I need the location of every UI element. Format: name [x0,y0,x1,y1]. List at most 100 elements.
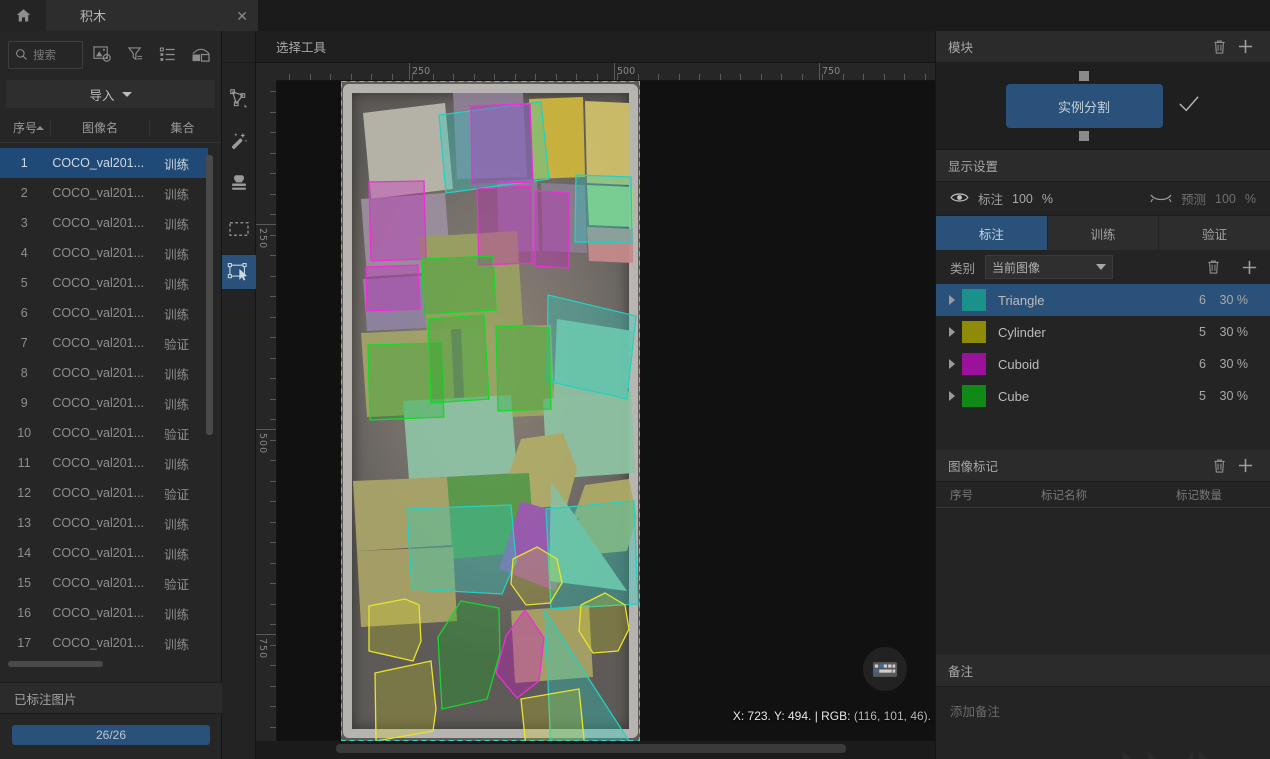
category-delete-button[interactable] [1200,254,1226,280]
ruler-tick [270,337,276,338]
eye-open-icon[interactable] [950,191,969,207]
document-tab[interactable]: 积木 ✕ [46,0,258,31]
module-node-instance-segmentation[interactable]: 实例分割 [1005,71,1163,141]
row-set: 训练 [164,397,190,412]
col-header-image-name[interactable]: 图像名 [50,119,150,136]
chevron-right-icon[interactable] [942,359,962,369]
annotation-opacity-group: 标注 100 % [950,189,1053,208]
image-marks-delete-button[interactable] [1206,453,1232,479]
row-index: 17 [17,636,32,650]
ruler-tick [883,74,885,80]
tab-validation[interactable]: 验证 [1159,216,1270,250]
module-canvas[interactable]: 实例分割 [936,63,1270,150]
file-list-horizontal-scrollbar[interactable] [8,661,200,667]
ruler-tick [555,74,557,80]
row-index: 12 [17,486,32,500]
notes-body[interactable]: 添加备注 MECH MIND [936,687,1270,759]
ruler-tick [719,74,721,80]
row-image-name: COCO_val201... [52,246,145,260]
scrollbar-thumb[interactable] [206,155,213,435]
node-handle-bottom[interactable] [1079,131,1089,141]
module-delete-button[interactable] [1206,34,1232,60]
category-list[interactable]: Triangle 6 30 % Cylinder 5 30 % Cuboid 6 30 % Cub… [936,284,1270,412]
import-button[interactable]: 导入 [6,80,215,108]
right-panel-tabs[interactable]: 标注 训练 验证 [936,216,1270,250]
module-add-button[interactable] [1232,34,1258,60]
magic-wand-tool[interactable] [222,123,256,159]
node-handle-top[interactable] [1079,71,1089,81]
table-row[interactable]: 4 COCO_val201... 训练 [0,238,208,268]
close-icon[interactable]: ✕ [236,9,248,23]
category-row[interactable]: Cube 5 30 % [936,380,1270,412]
table-row[interactable]: 9 COCO_val201... 训练 [0,388,208,418]
scrollbar-thumb[interactable] [8,661,103,667]
keyboard-shortcuts-button[interactable] [863,647,907,691]
file-table-header: 序号 图像名 集合 [0,113,221,143]
category-row[interactable]: Cylinder 5 30 % [936,316,1270,348]
home-button[interactable] [0,0,46,31]
polygon-tool[interactable] [222,81,256,117]
table-row[interactable]: 12 COCO_val201... 验证 [0,478,208,508]
chevron-right-icon[interactable] [942,327,962,337]
table-row[interactable]: 8 COCO_val201... 训练 [0,358,208,388]
module-confirm-button[interactable] [1177,94,1201,119]
list-view-icon[interactable] [156,42,181,68]
row-set: 训练 [164,157,190,172]
canvas-area[interactable]: 250 500 750 250 500 750 X: 723. Y: 494. … [256,63,935,759]
category-control-row: 类别 当前图像 [936,250,1270,284]
image-marks-add-button[interactable] [1232,453,1258,479]
marquee-tool[interactable] [222,211,256,247]
table-row[interactable]: 11 COCO_val201... 训练 [0,448,208,478]
ruler-major-tick [614,63,615,80]
category-color-swatch [962,385,986,407]
annotation-opacity-unit: % [1041,191,1053,206]
image-viewport[interactable] [277,81,935,741]
row-set: 验证 [164,427,190,442]
table-row[interactable]: 15 COCO_val201... 验证 [0,568,208,598]
left-panel-toolbar: 搜索 [0,31,221,78]
chevron-right-icon[interactable] [942,391,962,401]
scrollbar-thumb[interactable] [336,744,846,753]
category-row[interactable]: Cuboid 6 30 % [936,348,1270,380]
table-row[interactable]: 17 COCO_val201... 训练 [0,628,208,658]
category-row[interactable]: Triangle 6 30 % [936,284,1270,316]
ruler-major-tick [256,429,276,430]
notes-placeholder: 添加备注 [950,705,1001,719]
select-tool[interactable] [222,255,256,289]
table-row[interactable]: 1 COCO_val201... 训练 [0,148,208,178]
eye-closed-icon[interactable] [1150,192,1172,206]
row-set: 训练 [164,187,190,202]
table-row[interactable]: 14 COCO_val201... 训练 [0,538,208,568]
canvas-horizontal-scrollbar[interactable] [336,744,935,753]
table-row[interactable]: 6 COCO_val201... 训练 [0,298,208,328]
col-header-set[interactable]: 集合 [150,119,215,136]
table-row[interactable]: 7 COCO_val201... 验证 [0,328,208,358]
ruler-tick [270,562,276,564]
table-row[interactable]: 10 COCO_val201... 验证 [0,418,208,448]
merge-shapes-icon[interactable] [188,42,213,68]
ruler-tick [270,296,276,297]
table-row[interactable]: 2 COCO_val201... 训练 [0,178,208,208]
image-settings-icon[interactable] [91,42,116,68]
category-scope-select[interactable]: 当前图像 [985,255,1114,279]
stamp-tool[interactable] [222,165,256,201]
file-list[interactable]: 1 COCO_val201... 训练 2 COCO_val201... 训练 3 COCO_… [0,148,208,696]
ruler-tick [863,74,864,80]
table-row[interactable]: 16 COCO_val201... 训练 [0,598,208,628]
category-add-button[interactable] [1236,254,1262,280]
annotation-opacity-value[interactable]: 100 [1012,192,1033,206]
tab-training[interactable]: 训练 [1047,216,1160,250]
tool-rail-spacer [222,31,255,63]
tab-annotation[interactable]: 标注 [936,216,1048,250]
chevron-right-icon[interactable] [942,295,962,305]
prediction-opacity-value[interactable]: 100 [1215,192,1236,206]
col-header-index[interactable]: 序号 [0,119,50,136]
table-row[interactable]: 5 COCO_val201... 训练 [0,268,208,298]
table-row[interactable]: 3 COCO_val201... 训练 [0,208,208,238]
row-set: 验证 [164,487,190,502]
file-list-vertical-scrollbar[interactable] [206,155,213,685]
search-input[interactable]: 搜索 [8,40,83,69]
filter-icon[interactable] [123,42,148,68]
table-row[interactable]: 13 COCO_val201... 训练 [0,508,208,538]
annotated-images-header: 已标注图片 [0,682,222,714]
